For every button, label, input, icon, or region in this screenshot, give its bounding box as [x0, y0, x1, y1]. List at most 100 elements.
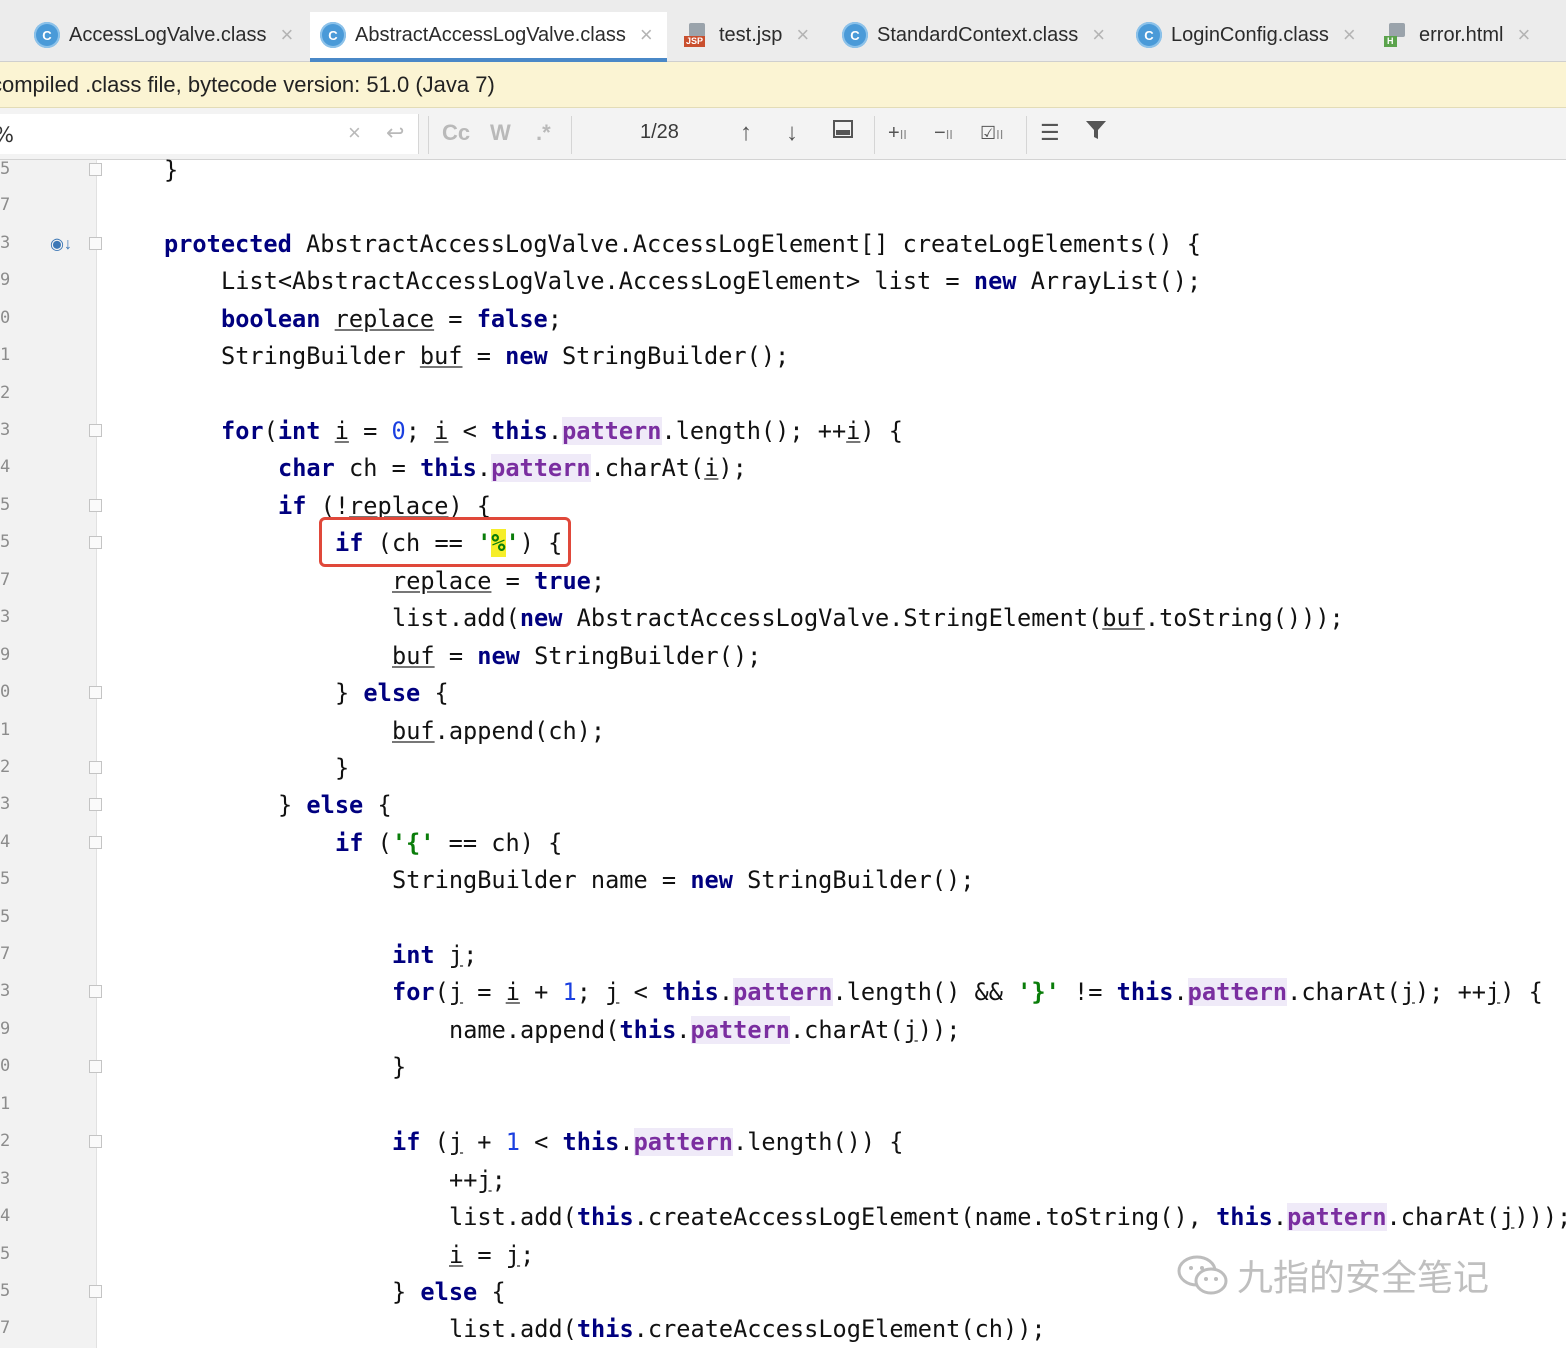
code-line[interactable]: protected AbstractAccessLogValve.AccessL… [164, 226, 1201, 263]
code-line[interactable]: buf = new StringBuilder(); [392, 638, 761, 675]
line-number: 2 [0, 383, 11, 403]
code-line[interactable]: replace = true; [392, 563, 605, 600]
close-icon[interactable]: × [1092, 24, 1105, 46]
arrow-down-icon[interactable]: ↓ [786, 118, 798, 148]
fold-marker-icon[interactable] [89, 163, 102, 176]
tab-label: AbstractAccessLogValve.class [355, 23, 626, 46]
code-line[interactable]: List<AbstractAccessLogValve.AccessLogEle… [221, 263, 1201, 300]
close-icon[interactable]: × [1343, 24, 1356, 46]
code-line[interactable]: list.add(this.createAccessLogElement(ch)… [449, 1311, 1046, 1348]
funnel-filter-icon[interactable] [1084, 118, 1108, 150]
fold-marker-icon[interactable] [89, 798, 102, 811]
line-number: 5 [0, 532, 11, 552]
code-line[interactable]: StringBuilder buf = new StringBuilder(); [221, 338, 789, 375]
fold-marker-icon[interactable] [89, 686, 102, 699]
code-line[interactable]: int j; [392, 937, 477, 974]
code-line[interactable]: i = j; [449, 1237, 534, 1274]
decompiled-notice-banner: compiled .class file, bytecode version: … [0, 62, 1566, 108]
code-line[interactable]: } else { [392, 1274, 506, 1311]
tab-label: error.html [1419, 23, 1504, 46]
fold-marker-icon[interactable] [89, 424, 102, 437]
code-line[interactable]: list.add(new AbstractAccessLogValve.Stri… [392, 600, 1344, 637]
close-icon[interactable]: × [281, 24, 294, 46]
line-number: 0 [0, 308, 11, 328]
tab-access-log-valve[interactable]: C AccessLogValve.class × [34, 12, 293, 58]
search-history-icon[interactable]: ↩ [386, 118, 404, 148]
fold-marker-icon[interactable] [89, 1135, 102, 1148]
code-line[interactable]: } else { [335, 675, 449, 712]
toolbar-separator [571, 116, 572, 154]
fold-marker-icon[interactable] [89, 836, 102, 849]
close-icon[interactable]: × [640, 24, 653, 46]
tab-label: AccessLogValve.class [69, 23, 267, 46]
fold-marker-icon[interactable] [89, 536, 102, 549]
fold-marker-icon[interactable] [89, 499, 102, 512]
code-line[interactable]: for(int i = 0; i < this.pattern.length()… [221, 413, 903, 450]
code-line[interactable]: } [335, 750, 349, 787]
remove-occurrence-icon[interactable]: −II [934, 118, 953, 150]
line-number: 3 [0, 794, 11, 814]
fold-marker-icon[interactable] [89, 761, 102, 774]
code-line[interactable]: list.add(this.createAccessLogElement(nam… [449, 1199, 1566, 1236]
code-line[interactable]: } [392, 1049, 406, 1086]
whole-words-toggle[interactable]: W [490, 118, 511, 148]
tab-error-html[interactable]: H error.html × [1384, 12, 1530, 58]
match-case-toggle[interactable]: Cc [442, 118, 470, 148]
class-file-icon: C [34, 22, 60, 48]
fold-marker-icon[interactable] [89, 1060, 102, 1073]
class-file-icon: C [320, 22, 346, 48]
class-file-icon: C [842, 22, 868, 48]
fold-marker-icon[interactable] [89, 237, 102, 250]
close-icon[interactable]: × [796, 24, 809, 46]
regex-toggle[interactable]: .* [536, 118, 551, 148]
code-line[interactable]: ++j; [449, 1162, 506, 1199]
line-number: 7 [0, 195, 11, 215]
code-line[interactable]: char ch = this.pattern.charAt(i); [278, 450, 747, 487]
line-number: 3 [0, 420, 11, 440]
code-line[interactable]: StringBuilder name = new StringBuilder()… [392, 862, 974, 899]
tab-label: test.jsp [719, 23, 783, 46]
close-icon[interactable]: × [1517, 24, 1530, 46]
line-number: 1 [0, 345, 11, 365]
tab-abstract-access-log-valve[interactable]: C AbstractAccessLogValve.class × [310, 12, 667, 62]
code-line[interactable]: } [164, 152, 178, 189]
line-number: 3 [0, 233, 11, 253]
code-line[interactable]: buf.append(ch); [392, 713, 605, 750]
fold-marker-icon[interactable] [89, 985, 102, 998]
line-number: 5 [0, 907, 11, 927]
line-number: 5 [0, 495, 11, 515]
match-counter: 1/28 [640, 121, 679, 143]
tab-login-config[interactable]: C LoginConfig.class × [1136, 12, 1356, 58]
line-number: 7 [0, 944, 11, 964]
line-number: 9 [0, 645, 11, 665]
line-number: 5 [0, 869, 11, 889]
code-line[interactable]: name.append(this.pattern.charAt(j)); [449, 1012, 960, 1049]
highlight-box [319, 517, 571, 567]
code-line[interactable]: for(j = i + 1; j < this.pattern.length()… [392, 974, 1543, 1011]
line-number: 0 [0, 1056, 11, 1076]
implements-method-icon[interactable]: ◉↓ [50, 234, 72, 256]
line-number: 9 [0, 1019, 11, 1039]
fold-marker-icon[interactable] [89, 1285, 102, 1298]
code-line[interactable]: if ('{' == ch) { [335, 825, 562, 862]
filter-options-icon[interactable]: ☰ [1040, 118, 1060, 148]
tab-standard-context[interactable]: C StandardContext.class × [842, 12, 1105, 58]
jsp-file-icon: JSP [684, 23, 710, 47]
toolbar-separator [874, 116, 875, 154]
line-number: 4 [0, 457, 11, 477]
class-file-icon: C [1136, 22, 1162, 48]
select-all-matches-icon[interactable]: ☑II [980, 118, 1003, 150]
add-occurrence-icon[interactable]: +II [888, 118, 907, 150]
line-number: 1 [0, 720, 11, 740]
arrow-up-icon[interactable]: ↑ [740, 118, 752, 148]
select-all-occurrences-icon[interactable] [832, 118, 854, 148]
line-gutter: 5 7 3 9 0 1 2 3 4 5 5 7 3 9 0 1 2 3 4 5 5 7 3 9 0 1 2 3 4 5 5 7 [0, 159, 102, 1348]
code-line[interactable]: boolean replace = false; [221, 301, 562, 338]
clear-search-icon[interactable]: × [348, 118, 361, 148]
editor-tab-bar: C AccessLogValve.class × C AbstractAcces… [0, 0, 1566, 62]
wechat-logo-icon [1177, 1255, 1228, 1295]
line-number: 3 [0, 1169, 11, 1189]
tab-test-jsp[interactable]: JSP test.jsp × [684, 12, 809, 58]
code-line[interactable]: } else { [278, 787, 392, 824]
code-line[interactable]: if (j + 1 < this.pattern.length()) { [392, 1124, 903, 1161]
